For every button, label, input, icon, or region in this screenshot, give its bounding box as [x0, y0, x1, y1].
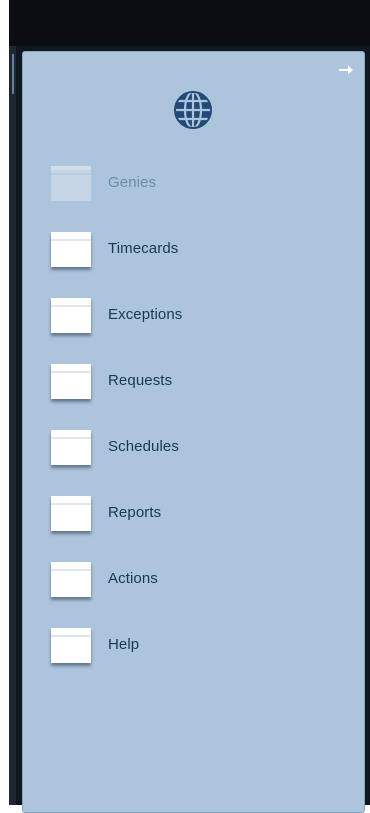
edge-indicator	[12, 54, 14, 94]
home-globe-button[interactable]	[173, 90, 213, 130]
window-icon	[51, 628, 93, 663]
nav-item-requests[interactable]: Requests	[51, 362, 351, 399]
nav-item-actions[interactable]: Actions	[51, 560, 351, 597]
window-icon	[51, 496, 93, 531]
arrow-right-icon	[339, 65, 353, 75]
globe-icon	[174, 90, 212, 130]
nav-item-label: Reports	[108, 503, 162, 521]
nav-item-label: Actions	[108, 569, 158, 587]
nav-item-label: Genies	[108, 173, 157, 191]
nav-item-schedules[interactable]: Schedules	[51, 428, 351, 465]
nav-item-label: Schedules	[108, 437, 179, 455]
window-icon	[51, 430, 93, 465]
window-icon	[51, 364, 93, 399]
window-icon	[51, 166, 93, 201]
nav-item-timecards[interactable]: Timecards	[51, 230, 351, 267]
nav-item-exceptions[interactable]: Exceptions	[51, 296, 351, 333]
window-icon	[51, 298, 93, 333]
window-icon	[51, 232, 93, 267]
navigation-panel: Genies Timecards Exceptions Requests Sch…	[16, 46, 370, 813]
nav-item-label: Requests	[108, 371, 173, 389]
window-icon	[51, 562, 93, 597]
nav-item-genies: Genies	[51, 164, 351, 201]
nav-item-label: Timecards	[108, 239, 179, 257]
left-edge-strip	[9, 46, 16, 805]
nav-item-help[interactable]: Help	[51, 626, 351, 663]
expand-panel-button[interactable]	[338, 63, 354, 75]
navigation-panel-body: Genies Timecards Exceptions Requests Sch…	[22, 51, 365, 813]
nav-item-label: Help	[108, 635, 140, 653]
top-bar	[9, 0, 370, 46]
nav-item-label: Exceptions	[108, 305, 183, 323]
nav-item-reports[interactable]: Reports	[51, 494, 351, 531]
